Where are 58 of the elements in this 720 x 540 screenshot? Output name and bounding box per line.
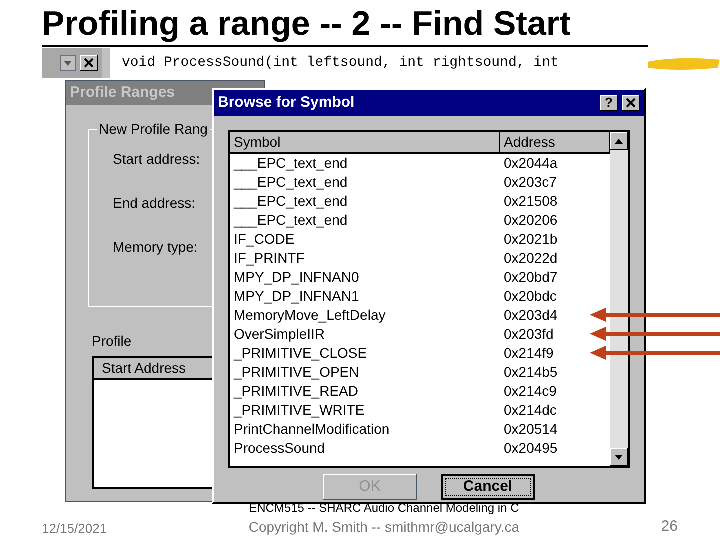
dropdown-icon[interactable] (60, 55, 76, 71)
table-cell[interactable]: 0x214b5 (500, 363, 558, 382)
table-cell[interactable]: 0x20bdc (500, 287, 557, 306)
table-cell[interactable]: ___EPC_text_end (230, 211, 500, 230)
list-row[interactable]: _PRIMITIVE_READ 0x214c9 (230, 382, 610, 401)
table-cell[interactable]: ___EPC_text_end (230, 154, 500, 173)
list-row[interactable]: ___EPC_text_end 0x2044a (230, 154, 610, 173)
table-cell[interactable]: 0x2021b (500, 230, 558, 249)
table-cell[interactable]: _PRIMITIVE_READ (230, 382, 500, 401)
table-cell[interactable]: 0x20514 (500, 420, 558, 439)
help-button[interactable]: ? (600, 95, 618, 111)
table-cell[interactable]: 0x20bd7 (500, 268, 558, 287)
table-cell[interactable]: ___EPC_text_end (230, 192, 500, 211)
column-header[interactable]: Address (500, 132, 610, 154)
list-row[interactable]: IF_PRINTF 0x2022d (230, 249, 610, 268)
list-row[interactable]: MPY_DP_INFNAN1 0x20bdc (230, 287, 610, 306)
table-cell[interactable]: _PRIMITIVE_WRITE (230, 401, 500, 420)
table-cell[interactable]: 0x20495 (500, 439, 558, 458)
scrollbar[interactable] (610, 132, 628, 466)
table-cell[interactable]: 0x203c7 (500, 173, 557, 192)
list-row[interactable]: ___EPC_text_end 0x20206 (230, 211, 610, 230)
cancel-button[interactable]: Cancel (441, 474, 535, 500)
table-cell[interactable]: 0x21508 (500, 192, 558, 211)
highlighter-stroke-drawing (648, 56, 720, 72)
list-row[interactable]: IF_CODE 0x2021b (230, 230, 610, 249)
table-cell[interactable]: PrintChannelModification (230, 420, 500, 439)
table-cell[interactable]: 0x214c9 (500, 382, 557, 401)
table-cell[interactable]: IF_CODE (230, 230, 500, 249)
code-line: void ProcessSound(int leftsound, int rightsound, int (122, 54, 559, 72)
list-row[interactable]: ___EPC_text_end 0x203c7 (230, 173, 610, 192)
table-cell[interactable]: 0x2022d (500, 249, 558, 268)
table-cell[interactable]: 0x203d4 (500, 306, 558, 325)
close-icon[interactable] (622, 95, 640, 111)
table-cell[interactable]: MPY_DP_INFNAN0 (230, 268, 500, 287)
list-row[interactable]: PrintChannelModification 0x20514 (230, 420, 610, 439)
scroll-down-icon[interactable] (610, 448, 628, 466)
list-row[interactable]: ___EPC_text_end 0x21508 (230, 192, 610, 211)
table-cell[interactable]: 0x2044a (500, 154, 558, 173)
table-cell[interactable]: ProcessSound (230, 439, 500, 458)
table-cell[interactable]: 0x214f9 (500, 344, 554, 363)
table-cell[interactable]: 0x214dc (500, 401, 557, 420)
table-cell[interactable]: 0x203fd (500, 325, 554, 344)
table-cell[interactable]: OverSimpleIIR (230, 325, 500, 344)
list-row[interactable]: _PRIMITIVE_WRITE 0x214dc (230, 401, 610, 420)
column-header[interactable]: Symbol (230, 132, 500, 154)
close-icon[interactable] (80, 55, 98, 71)
slide-date: 12/15/2021 (42, 520, 108, 538)
table-cell[interactable]: ___EPC_text_end (230, 173, 500, 192)
table-cell[interactable]: MPY_DP_INFNAN1 (230, 287, 500, 306)
slide-number: 26 (661, 516, 678, 536)
scroll-up-icon[interactable] (610, 132, 628, 150)
list-row[interactable]: MPY_DP_INFNAN0 0x20bd7 (230, 268, 610, 287)
slide-title: Profiling a range -- 2 -- Find Start (42, 4, 571, 44)
slide-footer-copyright: Copyright M. Smith -- smithmr@ucalgary.ca (248, 518, 520, 537)
list-row[interactable]: ProcessSound 0x20495 (230, 439, 610, 458)
table-cell[interactable]: MemoryMove_LeftDelay (230, 306, 500, 325)
table-cell[interactable]: 0x20206 (500, 211, 558, 230)
table-cell[interactable]: IF_PRINTF (230, 249, 500, 268)
